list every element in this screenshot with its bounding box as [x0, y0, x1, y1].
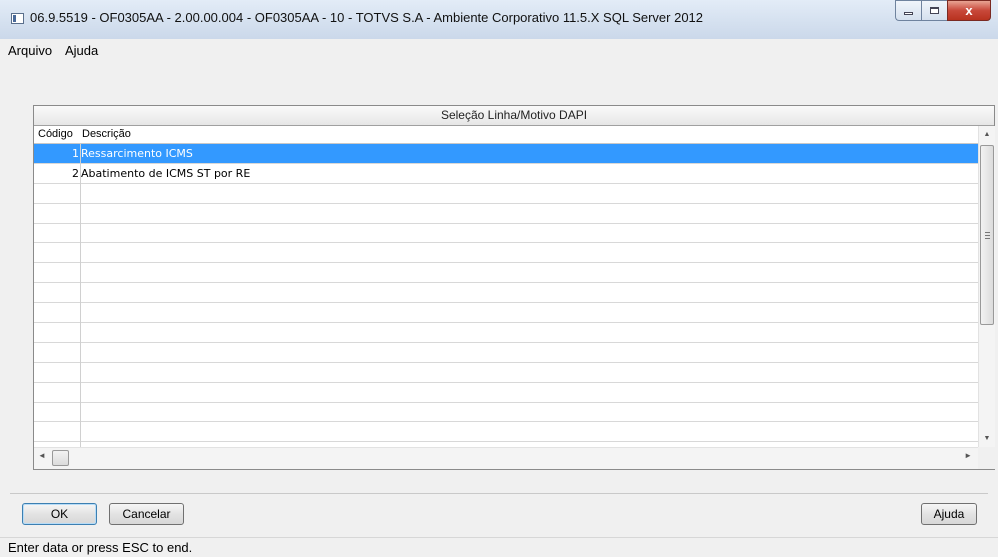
table-row[interactable] [34, 243, 978, 264]
table-row[interactable] [34, 422, 978, 443]
table-row[interactable]: 1 Ressarcimento ICMS [34, 144, 978, 164]
grid-rows: 1 Ressarcimento ICMS 2 Abatimento de ICMS S… [34, 144, 978, 443]
browse-title: Seleção Linha/Motivo DAPI [34, 106, 994, 126]
maximize-icon [930, 7, 939, 14]
app-icon[interactable] [11, 13, 24, 24]
window-controls: x [895, 0, 991, 22]
button-bar: OK Cancelar Ajuda [10, 493, 988, 531]
cell-code: 2 [72, 166, 79, 180]
minimize-icon [904, 11, 913, 15]
close-button[interactable]: x [947, 0, 991, 21]
table-row[interactable] [34, 343, 978, 363]
menu-arquivo[interactable]: Arquivo [8, 43, 52, 58]
scrollbar-corner [978, 447, 995, 469]
title-bar: 06.9.5519 - OF0305AA - 2.00.00.004 - OF0… [0, 0, 998, 39]
close-icon: x [965, 3, 973, 18]
status-bar: Enter data or press ESC to end. [0, 537, 998, 557]
menu-bar: Arquivo Ajuda [0, 39, 998, 61]
dialog-body: Seleção Linha/Motivo DAPI Código Descriç… [0, 61, 998, 537]
help-button[interactable]: Ajuda [921, 503, 977, 525]
ok-button[interactable]: OK [22, 503, 97, 525]
column-divider [80, 144, 81, 447]
table-row[interactable] [34, 263, 978, 284]
horizontal-scroll-thumb[interactable] [52, 450, 69, 466]
cell-code: 1 [72, 147, 79, 160]
cancel-button[interactable]: Cancelar [109, 503, 184, 525]
table-row[interactable] [34, 323, 978, 343]
table-row[interactable] [34, 224, 978, 244]
scroll-left-icon[interactable]: ◄ [38, 451, 46, 460]
maximize-button[interactable] [921, 0, 947, 21]
table-row[interactable] [34, 303, 978, 324]
minimize-button[interactable] [895, 0, 921, 21]
grip-icon [985, 232, 990, 239]
table-row[interactable] [34, 283, 978, 304]
table-row[interactable] [34, 204, 978, 224]
scroll-right-icon[interactable]: ► [964, 451, 972, 460]
column-header-description[interactable]: Descrição [82, 128, 131, 140]
table-row[interactable] [34, 383, 978, 403]
window-title: 06.9.5519 - OF0305AA - 2.00.00.004 - OF0… [30, 10, 704, 25]
vertical-scroll-thumb[interactable] [980, 145, 994, 325]
grid-header: Código Descrição [34, 126, 978, 144]
scroll-down-icon[interactable]: ▼ [979, 430, 995, 447]
table-row[interactable] [34, 403, 978, 423]
table-row[interactable] [34, 363, 978, 383]
table-row[interactable]: 2 Abatimento de ICMS ST por RE [34, 164, 978, 184]
column-header-code[interactable]: Código [38, 128, 73, 140]
menu-ajuda[interactable]: Ajuda [65, 43, 98, 58]
cell-description: Ressarcimento ICMS [81, 147, 193, 160]
selection-browse: Seleção Linha/Motivo DAPI Código Descriç… [33, 105, 995, 470]
cell-description: Abatimento de ICMS ST por RE [81, 166, 251, 180]
data-grid[interactable]: Código Descrição 1 Ressarcimento ICMS 2 Aba… [34, 126, 978, 447]
horizontal-scrollbar[interactable]: ◄ ► [34, 447, 978, 469]
scroll-up-icon[interactable]: ▲ [979, 126, 995, 143]
table-row[interactable] [34, 184, 978, 204]
vertical-scrollbar[interactable]: ▲ ▼ [978, 126, 995, 447]
